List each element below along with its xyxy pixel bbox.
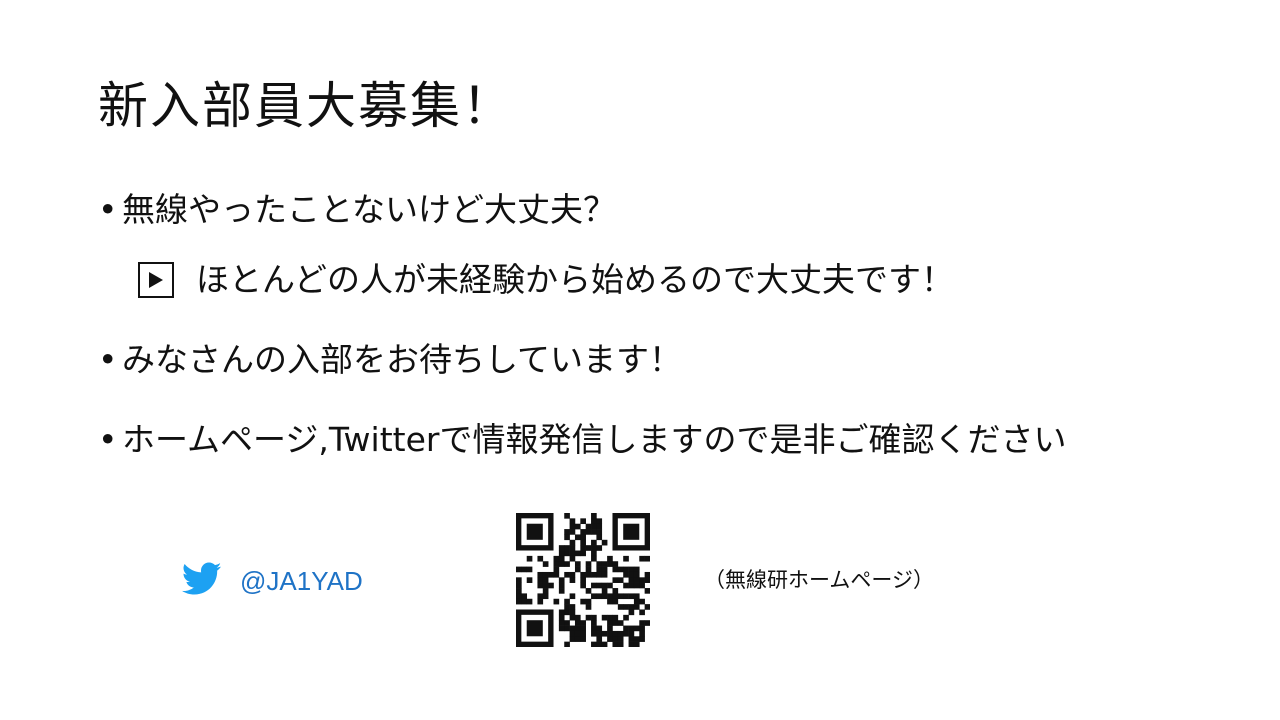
bullet-text-1: 無線やったことないけど大丈夫？: [122, 190, 617, 229]
bullet-marker: •: [98, 420, 118, 459]
twitter-bird-icon: [182, 562, 222, 600]
bullet-text-3: ホームページ,Twitterで情報発信しますので是非ご確認ください: [122, 420, 1067, 459]
sub-bullet-1: ほとんどの人が未経験から始めるので大丈夫です！: [138, 258, 954, 302]
qr-caption: （無線研ホームページ）: [704, 568, 934, 592]
bullet-text-2: みなさんの入部をお待ちしています！: [122, 340, 683, 379]
bullet-marker: •: [98, 190, 118, 229]
bullet-item-1: • 無線やったことないけど大丈夫？: [98, 188, 616, 232]
sub-bullet-text-1: ほとんどの人が未経験から始めるので大丈夫です！: [196, 260, 955, 299]
bullet-marker: •: [98, 340, 118, 379]
qr-code: [516, 513, 651, 651]
bullet-item-3: • ホームページ,Twitterで情報発信しますので是非ご確認ください: [98, 418, 1066, 462]
bullet-item-2: • みなさんの入部をお待ちしています！: [98, 338, 682, 382]
twitter-handle[interactable]: @JA1YAD: [240, 566, 363, 597]
play-icon: [138, 262, 174, 298]
page-title: 新入部員大募集！: [98, 77, 514, 135]
twitter-link[interactable]: @JA1YAD: [182, 562, 363, 600]
